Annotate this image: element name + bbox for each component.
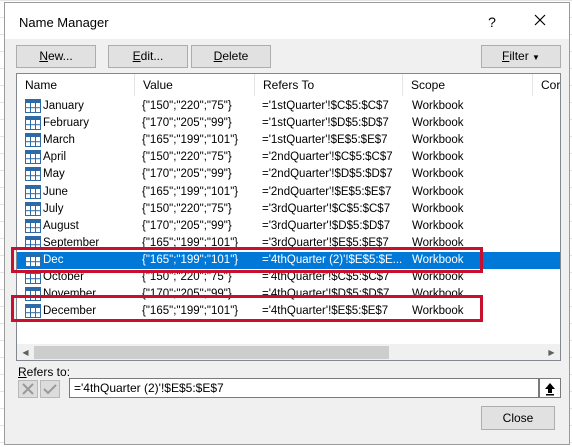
row-name: February bbox=[43, 117, 90, 130]
row-value: {"150";"220";"75"} bbox=[142, 100, 232, 112]
dialog-title: Name Manager bbox=[19, 15, 109, 30]
row-refers-to: ='2ndQuarter'!$D$5:$D$7 bbox=[262, 168, 393, 181]
named-range-icon bbox=[25, 218, 41, 233]
row-refers-to: ='3rdQuarter'!$C$5:$C$7 bbox=[262, 202, 391, 215]
refers-to-input[interactable] bbox=[69, 378, 539, 398]
row-value: {"150";"220";"75"} bbox=[142, 202, 232, 215]
named-range-icon bbox=[25, 201, 41, 216]
cancel-x-icon bbox=[22, 383, 34, 395]
row-scope: Workbook bbox=[412, 100, 464, 112]
scrollbar-thumb[interactable] bbox=[34, 346, 389, 359]
named-range-icon bbox=[25, 116, 41, 131]
list-item[interactable]: February {"170";"205";"99"} ='1stQuarter'!… bbox=[17, 115, 560, 132]
horizontal-scrollbar[interactable]: ◀ ▶ bbox=[17, 344, 560, 360]
dropdown-arrow-icon: ▼ bbox=[532, 53, 540, 62]
row-value: {"165";"199";"101"} bbox=[142, 134, 239, 147]
row-refers-to: ='1stQuarter'!$D$5:$D$7 bbox=[262, 117, 389, 130]
row-value: {"170";"205";"99"} bbox=[142, 168, 232, 181]
row-name: June bbox=[43, 185, 68, 198]
named-range-icon bbox=[25, 99, 41, 113]
column-header-refers-to[interactable]: Refers To bbox=[255, 74, 403, 96]
row-value: {"165";"199";"101"} bbox=[142, 185, 239, 198]
cancel-edit-button[interactable] bbox=[18, 380, 38, 398]
filter-button[interactable]: Filter ▼ bbox=[481, 45, 561, 68]
row-scope: Workbook bbox=[412, 219, 464, 232]
confirm-edit-button[interactable] bbox=[40, 380, 60, 398]
delete-button[interactable]: Delete bbox=[191, 45, 271, 68]
highlight-box-december bbox=[11, 295, 483, 322]
row-name: April bbox=[43, 151, 67, 164]
row-refers-to: ='2ndQuarter'!$C$5:$C$7 bbox=[262, 151, 393, 164]
close-window-button[interactable] bbox=[520, 7, 560, 35]
column-header-name[interactable]: Name bbox=[17, 74, 135, 96]
named-range-icon bbox=[25, 184, 41, 199]
row-refers-to: ='3rdQuarter'!$D$5:$D$7 bbox=[262, 219, 391, 232]
column-header-value[interactable]: Value bbox=[135, 74, 255, 96]
row-scope: Workbook bbox=[412, 151, 464, 164]
row-value: {"170";"205";"99"} bbox=[142, 117, 232, 130]
refers-to-label: Refers to: bbox=[18, 365, 71, 379]
list-item[interactable]: August {"170";"205";"99"} ='3rdQuarter'!$D… bbox=[17, 218, 560, 235]
new-button[interactable]: New... bbox=[16, 45, 96, 68]
row-scope: Workbook bbox=[412, 185, 464, 198]
list-item[interactable]: March {"165";"199";"101"} ='1stQuarter'!$E… bbox=[17, 132, 560, 149]
row-scope: Workbook bbox=[412, 168, 464, 181]
name-manager-dialog: Name Manager ? New... Edit... Delete Fil… bbox=[4, 2, 570, 445]
close-button[interactable]: Close bbox=[481, 406, 555, 430]
list-header: Name Value Refers To Scope Cor bbox=[17, 74, 560, 96]
title-bar: Name Manager ? bbox=[5, 3, 569, 39]
row-refers-to: ='1stQuarter'!$C$5:$C$7 bbox=[262, 100, 389, 112]
list-item[interactable]: April {"150";"220";"75"} ='2ndQuarter'!$C$… bbox=[17, 149, 560, 166]
row-value: {"150";"220";"75"} bbox=[142, 151, 232, 164]
named-range-icon bbox=[25, 150, 41, 165]
row-refers-to: ='2ndQuarter'!$E$5:$E$7 bbox=[262, 185, 392, 198]
column-header-scope[interactable]: Scope bbox=[403, 74, 533, 96]
list-item[interactable]: June {"165";"199";"101"} ='2ndQuarter'!$E$… bbox=[17, 184, 560, 201]
named-range-icon bbox=[25, 167, 41, 182]
row-refers-to: ='1stQuarter'!$E$5:$E$7 bbox=[262, 134, 388, 147]
edit-button[interactable]: Edit... bbox=[108, 45, 188, 68]
scroll-right-icon[interactable]: ▶ bbox=[543, 344, 560, 360]
row-name: January bbox=[43, 100, 84, 112]
list-item[interactable]: July {"150";"220";"75"} ='3rdQuarter'!$C$5… bbox=[17, 201, 560, 218]
row-name: May bbox=[43, 168, 65, 181]
help-button[interactable]: ? bbox=[475, 9, 509, 35]
named-range-icon bbox=[25, 133, 41, 148]
row-name: August bbox=[43, 219, 79, 232]
collapse-dialog-button[interactable] bbox=[539, 378, 561, 398]
scroll-left-icon[interactable]: ◀ bbox=[17, 344, 34, 360]
highlight-box-dec bbox=[11, 247, 483, 273]
row-name: July bbox=[43, 202, 64, 215]
close-icon bbox=[534, 14, 546, 26]
row-value: {"170";"205";"99"} bbox=[142, 219, 232, 232]
row-scope: Workbook bbox=[412, 202, 464, 215]
collapse-up-icon bbox=[545, 383, 555, 396]
list-item[interactable]: May {"170";"205";"99"} ='2ndQuarter'!$D$5:… bbox=[17, 166, 560, 183]
row-scope: Workbook bbox=[412, 117, 464, 130]
column-header-comment[interactable]: Cor bbox=[533, 74, 560, 96]
row-name: March bbox=[43, 134, 75, 147]
list-item[interactable]: January {"150";"220";"75"} ='1stQuarter'!$… bbox=[17, 98, 560, 115]
row-scope: Workbook bbox=[412, 134, 464, 147]
checkmark-icon bbox=[43, 384, 57, 395]
